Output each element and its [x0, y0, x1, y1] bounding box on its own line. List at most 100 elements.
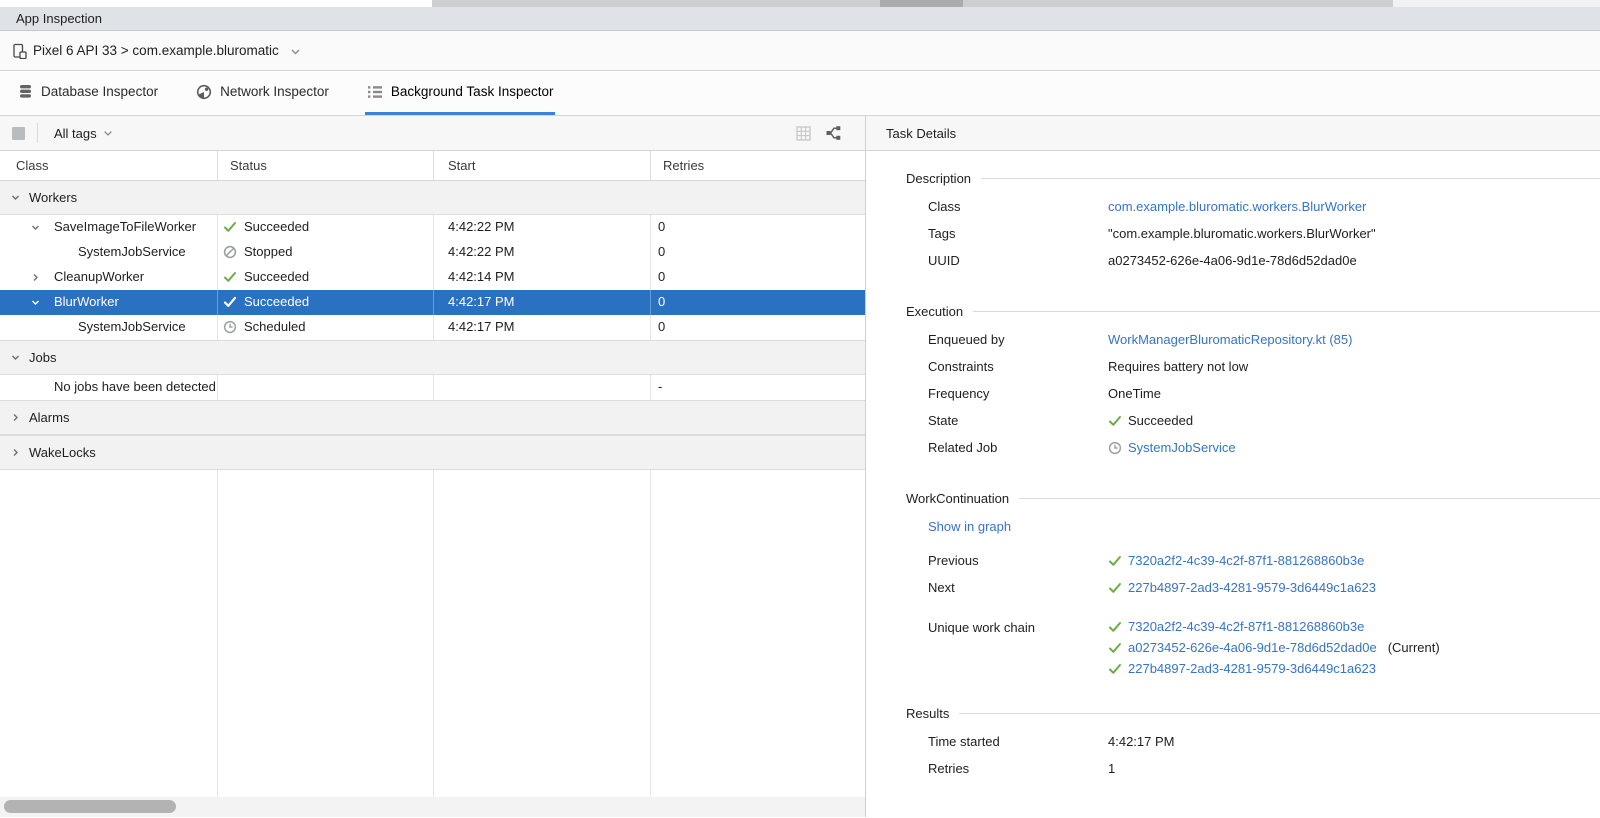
section-rule: [1019, 498, 1600, 499]
section-rule: [959, 713, 1600, 714]
group-row-wakelocks[interactable]: WakeLocks: [0, 435, 865, 470]
detail-row-enqueued-by: Enqueued by WorkManagerBluromaticReposit…: [906, 326, 1600, 353]
group-label: WakeLocks: [29, 445, 96, 460]
group-label: Alarms: [29, 410, 69, 425]
constraints-value: Requires battery not low: [1108, 359, 1248, 374]
enqueued-by-link[interactable]: WorkManagerBluromaticRepository.kt (85): [1108, 332, 1352, 347]
work-chain-list: 7320a2f2-4c39-4c2f-87f1-881268860b3e a02…: [1108, 619, 1440, 676]
section-description: Description: [906, 171, 1600, 186]
detail-row-frequency: Frequency OneTime: [906, 380, 1600, 407]
column-header-class: Class: [16, 158, 49, 173]
tab-network-inspector[interactable]: Network Inspector: [194, 71, 331, 115]
column-header-start: Start: [448, 158, 475, 173]
stop-inspection-icon[interactable]: [12, 127, 25, 140]
tab-label: Database Inspector: [41, 84, 158, 99]
current-marker: (Current): [1388, 640, 1440, 655]
table-row[interactable]: SaveImageToFileWorker Succeeded 4:42:22 …: [0, 215, 865, 240]
work-chain-link[interactable]: 7320a2f2-4c39-4c2f-87f1-881268860b3e: [1128, 619, 1364, 634]
inspector-tab-bar: Database Inspector Network Inspector Bac…: [0, 71, 1600, 116]
next-work-link[interactable]: 227b4897-2ad3-4281-9579-3d6449c1a623: [1128, 580, 1376, 595]
table-row[interactable]: SystemJobService Scheduled 4:42:17 PM 0: [0, 315, 865, 340]
column-header-retries: Retries: [663, 158, 704, 173]
task-list-icon: [367, 85, 383, 99]
chevron-right-icon[interactable]: [30, 272, 41, 283]
table-row-selected[interactable]: BlurWorker Succeeded 4:42:17 PM 0: [0, 290, 865, 315]
tags-filter-dropdown[interactable]: All tags: [50, 124, 117, 143]
scrollbar-thumb[interactable]: [4, 800, 176, 813]
table-column-headers: Class Status Start Retries: [0, 151, 865, 181]
scheduled-clock-icon: [223, 320, 237, 334]
section-rule: [981, 178, 1600, 179]
tab-background-task-inspector[interactable]: Background Task Inspector: [365, 71, 556, 115]
worker-class-cell: CleanupWorker: [54, 269, 216, 284]
work-chain-entry: 7320a2f2-4c39-4c2f-87f1-881268860b3e: [1108, 619, 1440, 634]
table-toolbar: All tags: [0, 116, 865, 151]
table-row[interactable]: No jobs have been detected -: [0, 375, 865, 400]
tab-database-inspector[interactable]: Database Inspector: [16, 71, 160, 115]
related-job-link[interactable]: SystemJobService: [1128, 440, 1236, 455]
column-divider: [217, 290, 218, 315]
group-row-workers[interactable]: Workers: [0, 181, 865, 215]
work-chain-link[interactable]: 227b4897-2ad3-4281-9579-3d6449c1a623: [1128, 661, 1376, 676]
retries-cell: 0: [658, 269, 665, 284]
strip-segment: [1393, 0, 1600, 7]
tool-window-title: App Inspection: [16, 11, 102, 26]
chevron-down-icon[interactable]: [30, 222, 41, 233]
detail-label: Frequency: [928, 386, 1108, 401]
state-value: Succeeded: [1128, 413, 1193, 428]
detail-row-next: Next 227b4897-2ad3-4281-9579-3d6449c1a62…: [906, 574, 1600, 601]
section-heading: WorkContinuation: [906, 491, 1009, 506]
column-divider: [433, 290, 434, 315]
work-chain-link[interactable]: a0273452-626e-4a06-9d1e-78d6d52dad0e: [1128, 640, 1377, 655]
detail-label: Constraints: [928, 359, 1108, 374]
previous-work-link[interactable]: 7320a2f2-4c39-4c2f-87f1-881268860b3e: [1128, 553, 1364, 568]
chevron-down-icon[interactable]: [30, 297, 41, 308]
device-process-selector[interactable]: Pixel 6 API 33 > com.example.bluromatic: [0, 31, 1600, 71]
retries-cell: 0: [658, 244, 665, 259]
detail-row-state: State Succeeded: [906, 407, 1600, 434]
detail-row-related-job: Related Job SystemJobService: [906, 434, 1600, 461]
detail-label: Unique work chain: [928, 619, 1108, 635]
strip-segment: [880, 0, 963, 7]
detail-label: Previous: [928, 553, 1108, 568]
section-heading: Results: [906, 706, 949, 721]
group-row-alarms[interactable]: Alarms: [0, 400, 865, 435]
column-divider: [217, 151, 218, 180]
table-rows-area: Workers SaveImageToFileWorker Succeeded …: [0, 181, 865, 817]
uuid-value: a0273452-626e-4a06-9d1e-78d6d52dad0e: [1108, 253, 1357, 268]
device-icon: [12, 43, 28, 59]
table-view-icon[interactable]: [796, 126, 811, 141]
worker-class-cell: BlurWorker: [54, 294, 216, 309]
succeeded-check-icon: [1108, 554, 1122, 568]
retries-cell: 0: [658, 219, 665, 234]
database-icon: [18, 84, 33, 99]
chevron-right-icon: [10, 447, 21, 458]
show-in-graph-link[interactable]: Show in graph: [928, 519, 1011, 534]
worker-class-cell: SystemJobService: [78, 244, 216, 259]
table-row[interactable]: SystemJobService Stopped 4:42:22 PM 0: [0, 240, 865, 265]
task-table-panel: All tags: [0, 116, 866, 817]
horizontal-scrollbar[interactable]: [0, 797, 865, 817]
group-row-jobs[interactable]: Jobs: [0, 340, 865, 375]
frequency-value: OneTime: [1108, 386, 1161, 401]
succeeded-check-icon: [1108, 620, 1122, 634]
empty-message-cell: No jobs have been detected: [54, 379, 216, 394]
start-cell: 4:42:22 PM: [448, 244, 515, 259]
section-rule: [973, 311, 1600, 312]
task-details-panel: Task Details Description Class com.examp…: [866, 116, 1600, 817]
group-label: Workers: [29, 190, 77, 205]
class-link[interactable]: com.example.bluromatic.workers.BlurWorke…: [1108, 199, 1366, 214]
section-results: Results: [906, 706, 1600, 721]
strip-segment: [432, 0, 880, 7]
table-row[interactable]: CleanupWorker Succeeded 4:42:14 PM 0: [0, 265, 865, 290]
tags-value: "com.example.bluromatic.workers.BlurWork…: [1108, 226, 1376, 241]
start-cell: 4:42:22 PM: [448, 219, 515, 234]
execution-rows: Enqueued by WorkManagerBluromaticReposit…: [906, 326, 1600, 461]
description-rows: Class com.example.bluromatic.workers.Blu…: [906, 193, 1600, 274]
succeeded-check-icon: [1108, 662, 1122, 676]
retries-value: 1: [1108, 761, 1115, 776]
start-cell: 4:42:14 PM: [448, 269, 515, 284]
graph-view-icon[interactable]: [825, 125, 841, 141]
section-execution: Execution: [906, 304, 1600, 319]
section-work-continuation: WorkContinuation: [906, 491, 1600, 506]
